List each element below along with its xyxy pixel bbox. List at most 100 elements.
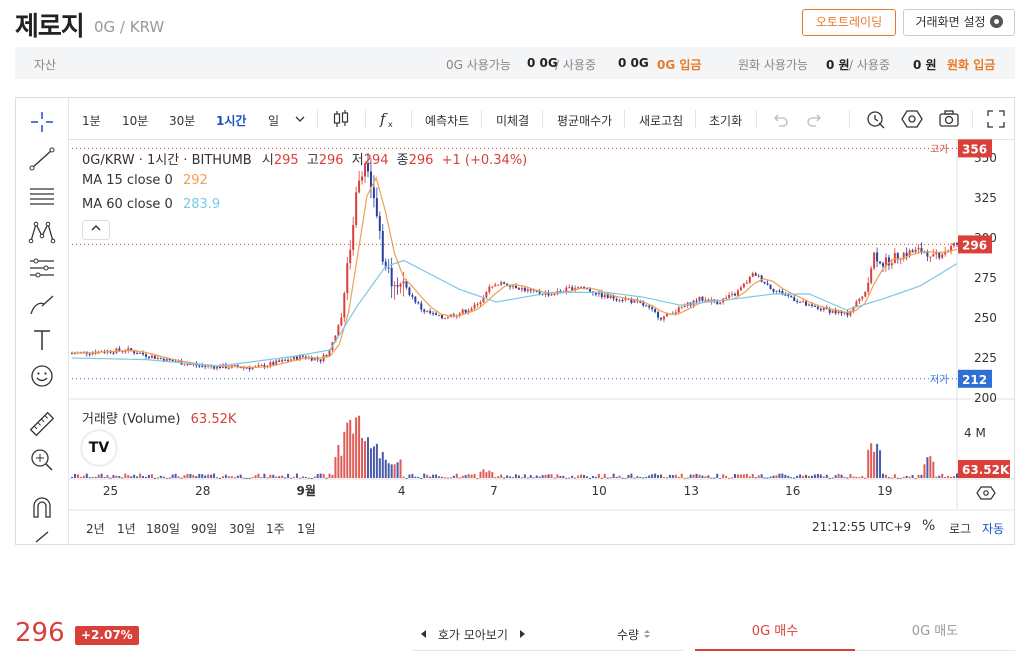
candle-body xyxy=(748,276,751,283)
candle-body xyxy=(387,267,390,269)
volume-bar xyxy=(816,474,819,478)
volume-bar xyxy=(728,477,731,479)
range-1w[interactable]: 1주 xyxy=(266,520,285,537)
high-price-badge: 356 xyxy=(962,142,987,156)
candle-body xyxy=(559,290,562,292)
volume-bar xyxy=(369,448,372,478)
volume-bar xyxy=(500,474,503,478)
volume-bar xyxy=(396,462,399,478)
volume-bar xyxy=(97,474,100,478)
current-price: 296 xyxy=(15,618,65,648)
volume-bar xyxy=(861,476,864,478)
volume-bar xyxy=(757,475,760,478)
volume-bar xyxy=(710,477,713,479)
volume-bar xyxy=(461,475,464,478)
candle-body xyxy=(914,249,917,253)
orderbook-group-control[interactable]: 호가 모아보기 xyxy=(420,626,526,643)
volume-bar xyxy=(899,477,902,479)
volume-bar xyxy=(346,422,349,478)
candle-body xyxy=(426,310,429,312)
ma60-label: MA 60 close 0 xyxy=(82,197,173,212)
volume-bar xyxy=(580,474,583,478)
volume-bar xyxy=(301,476,304,478)
range-30d[interactable]: 30일 xyxy=(229,520,255,537)
volume-bar xyxy=(562,475,565,478)
tab-sell[interactable]: 0G 매도 xyxy=(855,615,1015,651)
range-90d[interactable]: 90일 xyxy=(191,520,217,537)
candle-body xyxy=(890,263,893,266)
volume-bar xyxy=(813,474,816,478)
quantity-sort[interactable]: 수량 xyxy=(617,626,651,643)
volume-bar xyxy=(263,473,266,478)
candle-body xyxy=(757,275,760,277)
screen-settings-button[interactable]: 거래화면 설정 xyxy=(903,9,1015,36)
volume-bar xyxy=(366,437,369,478)
range-1d[interactable]: 1일 xyxy=(297,520,316,537)
volume-bar xyxy=(568,477,571,479)
volume-bar xyxy=(660,474,663,478)
volume-bar xyxy=(882,473,885,478)
percent-scale-toggle[interactable]: % xyxy=(922,518,935,534)
tradingview-logo-icon[interactable]: TV xyxy=(82,431,116,465)
range-2y[interactable]: 2년 xyxy=(86,520,105,537)
volume-bar xyxy=(893,474,896,478)
volume-bar xyxy=(559,475,562,478)
axis-settings-icon[interactable] xyxy=(976,486,996,500)
candle-body xyxy=(429,310,432,314)
volume-bar xyxy=(331,474,334,478)
coin-name: 제로지 xyxy=(15,12,85,42)
volume-bar xyxy=(588,477,591,479)
log-scale-toggle[interactable]: 로그 xyxy=(949,520,971,537)
auto-trading-button[interactable]: 오토트레이딩 xyxy=(802,9,896,36)
volume-bar xyxy=(405,477,408,479)
x-tick-label: 10 xyxy=(591,484,606,498)
candle-body xyxy=(440,314,443,319)
volume-bar xyxy=(242,477,245,479)
caret-right-icon[interactable] xyxy=(518,629,526,639)
candle-body xyxy=(248,367,251,370)
volume-bar xyxy=(509,476,512,478)
volume-bar xyxy=(938,475,941,478)
ma15-label: MA 15 close 0 xyxy=(82,173,173,188)
caret-left-icon[interactable] xyxy=(420,629,428,639)
candle-body xyxy=(153,355,156,359)
volume-bar xyxy=(512,477,515,479)
volume-bar xyxy=(778,473,781,478)
volume-bar xyxy=(73,474,76,478)
range-180d[interactable]: 180일 xyxy=(146,520,180,537)
range-1y[interactable]: 1년 xyxy=(117,520,136,537)
legend-volume: 거래량 (Volume) 63.52K xyxy=(82,408,236,427)
x-tick-label: 25 xyxy=(103,484,118,498)
deposit-coin-link[interactable]: 0G 입금 xyxy=(657,56,701,73)
volume-bar xyxy=(204,475,207,478)
volume-bar xyxy=(411,473,414,478)
legend-symbol: 0G/KRW · 1시간 · BITHUMB xyxy=(82,153,252,168)
volume-bar xyxy=(834,475,837,478)
candle-body xyxy=(390,267,393,287)
x-tick-label: 4 xyxy=(398,484,406,498)
candle-body xyxy=(864,291,867,297)
volume-bar xyxy=(399,459,402,478)
volume-bar xyxy=(287,473,290,478)
candle-body xyxy=(204,365,207,367)
auto-scale-toggle[interactable]: 자동 xyxy=(982,520,1004,537)
candle-body xyxy=(580,286,583,288)
candle-body xyxy=(648,305,651,308)
candle-body xyxy=(352,224,355,250)
candle-body xyxy=(432,313,435,315)
candle-body xyxy=(698,296,701,302)
volume-bar xyxy=(701,475,704,478)
collapse-legend-button[interactable] xyxy=(82,220,110,240)
volume-bar xyxy=(550,474,553,478)
volume-bar xyxy=(615,476,618,478)
volume-bar xyxy=(514,474,517,478)
deposit-krw-link[interactable]: 원화 입금 xyxy=(947,56,995,73)
volume-bar xyxy=(597,473,600,478)
volume-bar xyxy=(725,475,728,478)
volume-bar xyxy=(876,443,879,478)
volume-bar xyxy=(337,445,340,478)
volume-bar xyxy=(133,474,136,478)
candle-body xyxy=(488,286,491,292)
volume-bar xyxy=(858,477,861,479)
tab-buy[interactable]: 0G 매수 xyxy=(695,615,855,651)
